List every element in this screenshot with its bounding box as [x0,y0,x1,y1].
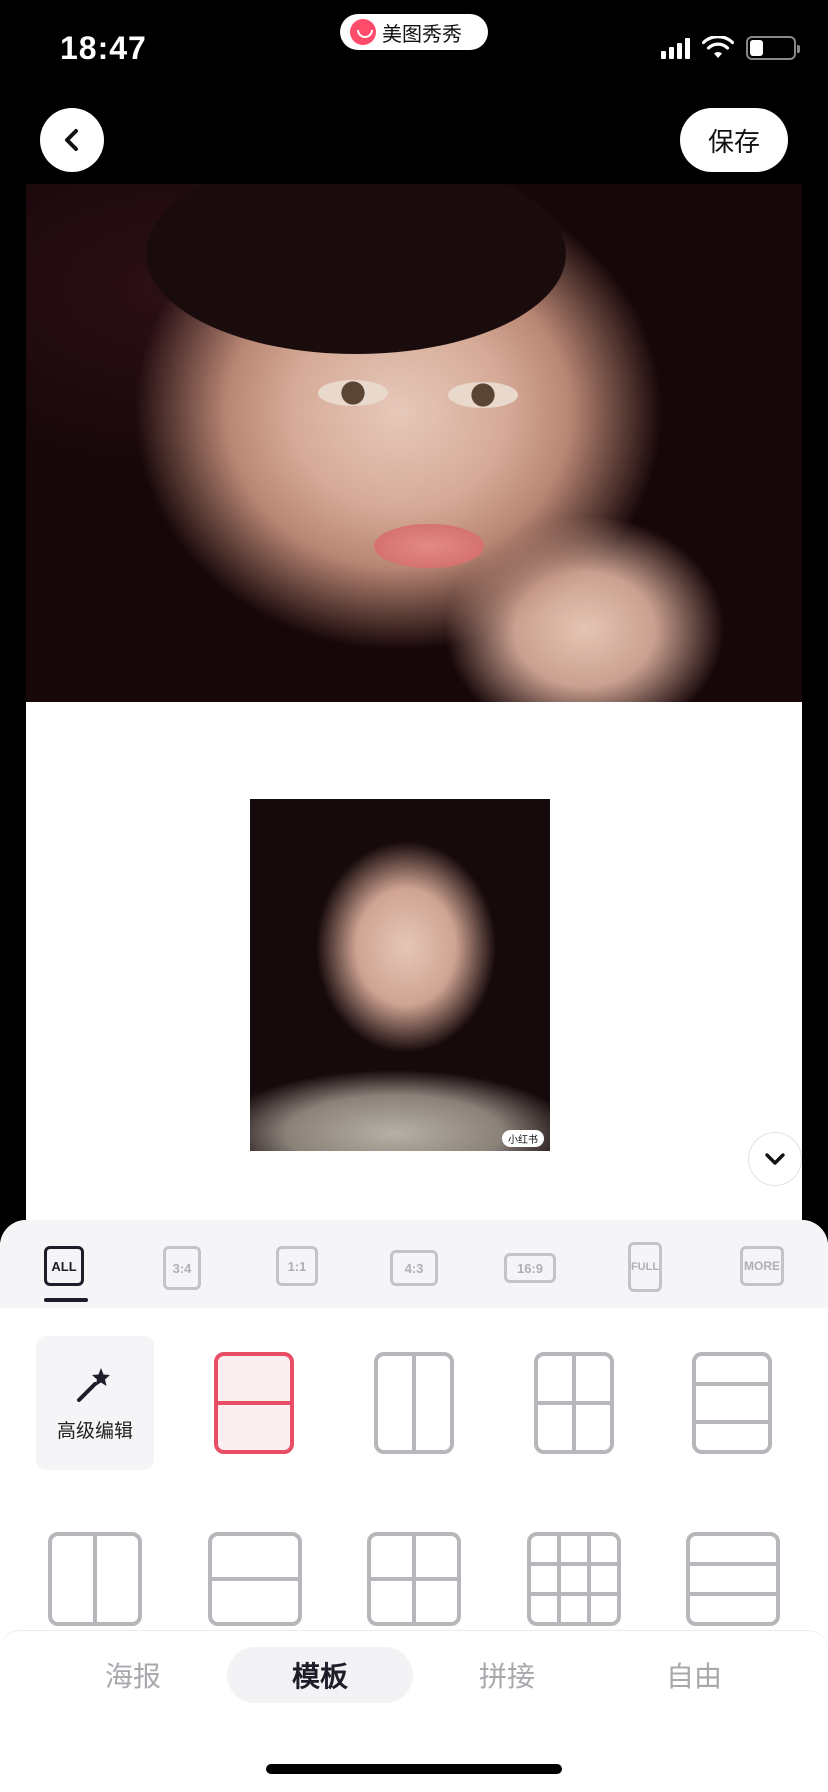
tab-template[interactable]: 模板 [227,1647,413,1703]
ratio-full[interactable]: FULL [628,1242,662,1292]
template-2-columns[interactable] [374,1352,454,1454]
collage-photo-bottom[interactable]: 小红书 [250,799,550,1151]
cellular-signal-icon [661,37,690,59]
tab-poster[interactable]: 海报 [40,1647,226,1703]
advanced-edit-button[interactable]: 高级编辑 [36,1336,154,1470]
collage-photo-top[interactable] [26,184,802,702]
status-time: 18:47 [60,30,147,66]
collage-canvas[interactable]: 小红书 [26,184,802,1220]
battery-icon [746,36,800,60]
template-square-3-rows[interactable] [686,1532,780,1626]
save-button[interactable]: 保存 [680,108,788,172]
battery-level [750,40,763,56]
watermark-label: 小红书 [502,1130,544,1147]
chevron-down-icon [765,1153,785,1165]
template-square-grid-4[interactable] [367,1532,461,1626]
ratio-4-3[interactable]: 4:3 [390,1250,438,1286]
status-icons [661,36,800,60]
back-button[interactable] [40,108,104,172]
aspect-ratio-bar: ALL 3:4 1:1 4:3 16:9 FULL MORE [0,1220,828,1308]
app-logo-icon [350,19,376,45]
status-bar: 18:47 美图秀秀 [0,0,828,96]
magic-wand-icon [77,1367,110,1402]
template-grid-4[interactable] [534,1352,614,1454]
chevron-left-icon [65,129,78,151]
ratio-selected-indicator [44,1298,88,1302]
ratio-all[interactable]: ALL [44,1246,84,1286]
tab-freestyle[interactable]: 自由 [601,1647,787,1703]
template-square-2-rows[interactable] [208,1532,302,1626]
template-square-2-columns[interactable] [48,1532,142,1626]
home-indicator [266,1764,562,1774]
template-3-rows[interactable] [692,1352,772,1454]
template-square-grid-9[interactable] [527,1532,621,1626]
mode-tab-bar: 海报 模板 拼接 自由 [0,1630,828,1720]
collapse-panel-button[interactable] [748,1132,802,1186]
ratio-1-1[interactable]: 1:1 [276,1246,318,1286]
wifi-icon [702,36,734,58]
app-indicator-pill[interactable]: 美图秀秀 [340,14,488,50]
ratio-more[interactable]: MORE [740,1246,784,1286]
app-name: 美图秀秀 [382,21,462,46]
tab-stitch[interactable]: 拼接 [414,1647,600,1703]
template-2-rows-selected[interactable] [214,1352,294,1454]
ratio-3-4[interactable]: 3:4 [163,1246,201,1290]
ratio-16-9[interactable]: 16:9 [504,1253,556,1283]
advanced-edit-label: 高级编辑 [56,1419,133,1442]
